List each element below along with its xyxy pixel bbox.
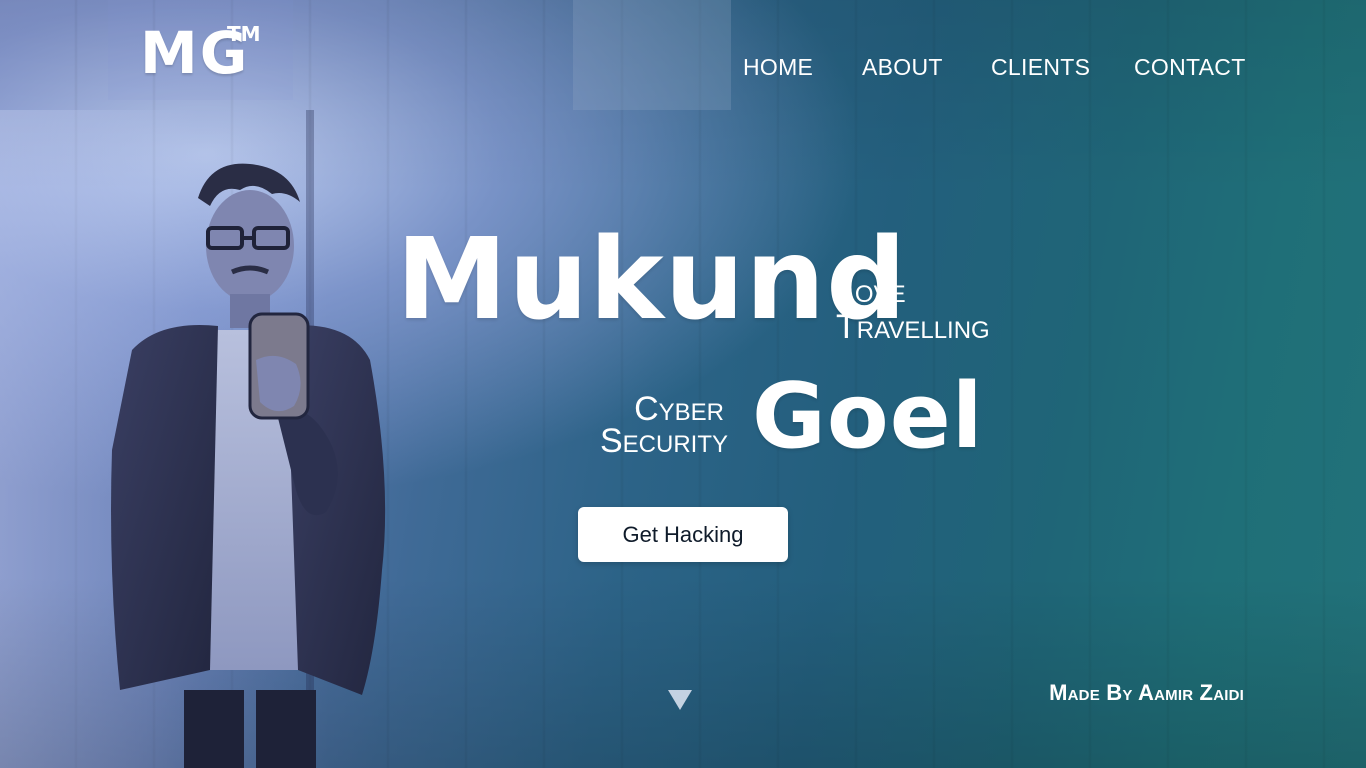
hero-last-name: Goel <box>752 364 984 469</box>
tagline-travelling: Travelling <box>836 308 990 346</box>
tagline-cyber: Cyber <box>634 390 724 428</box>
triangle-down-icon[interactable] <box>668 690 692 710</box>
get-hacking-button[interactable]: Get Hacking <box>578 507 788 562</box>
landing-page: MG TM HOME ABOUT CLIENTS CONTACT Mukund … <box>0 0 1366 768</box>
nav-about[interactable]: ABOUT <box>862 56 943 79</box>
profile-photo <box>111 163 386 768</box>
nav-highlight-box <box>573 0 731 110</box>
hero-first-name: Mukund <box>396 215 908 345</box>
nav-home[interactable]: HOME <box>743 56 813 79</box>
nav-contact[interactable]: CONTACT <box>1134 56 1246 79</box>
tagline-security: Security <box>600 422 729 460</box>
footer-credit: Made By Aamir Zaidi <box>1049 680 1244 705</box>
trademark-mark: TM <box>227 22 261 46</box>
tagline-love: Love <box>836 272 906 310</box>
nav-clients[interactable]: CLIENTS <box>991 56 1090 79</box>
